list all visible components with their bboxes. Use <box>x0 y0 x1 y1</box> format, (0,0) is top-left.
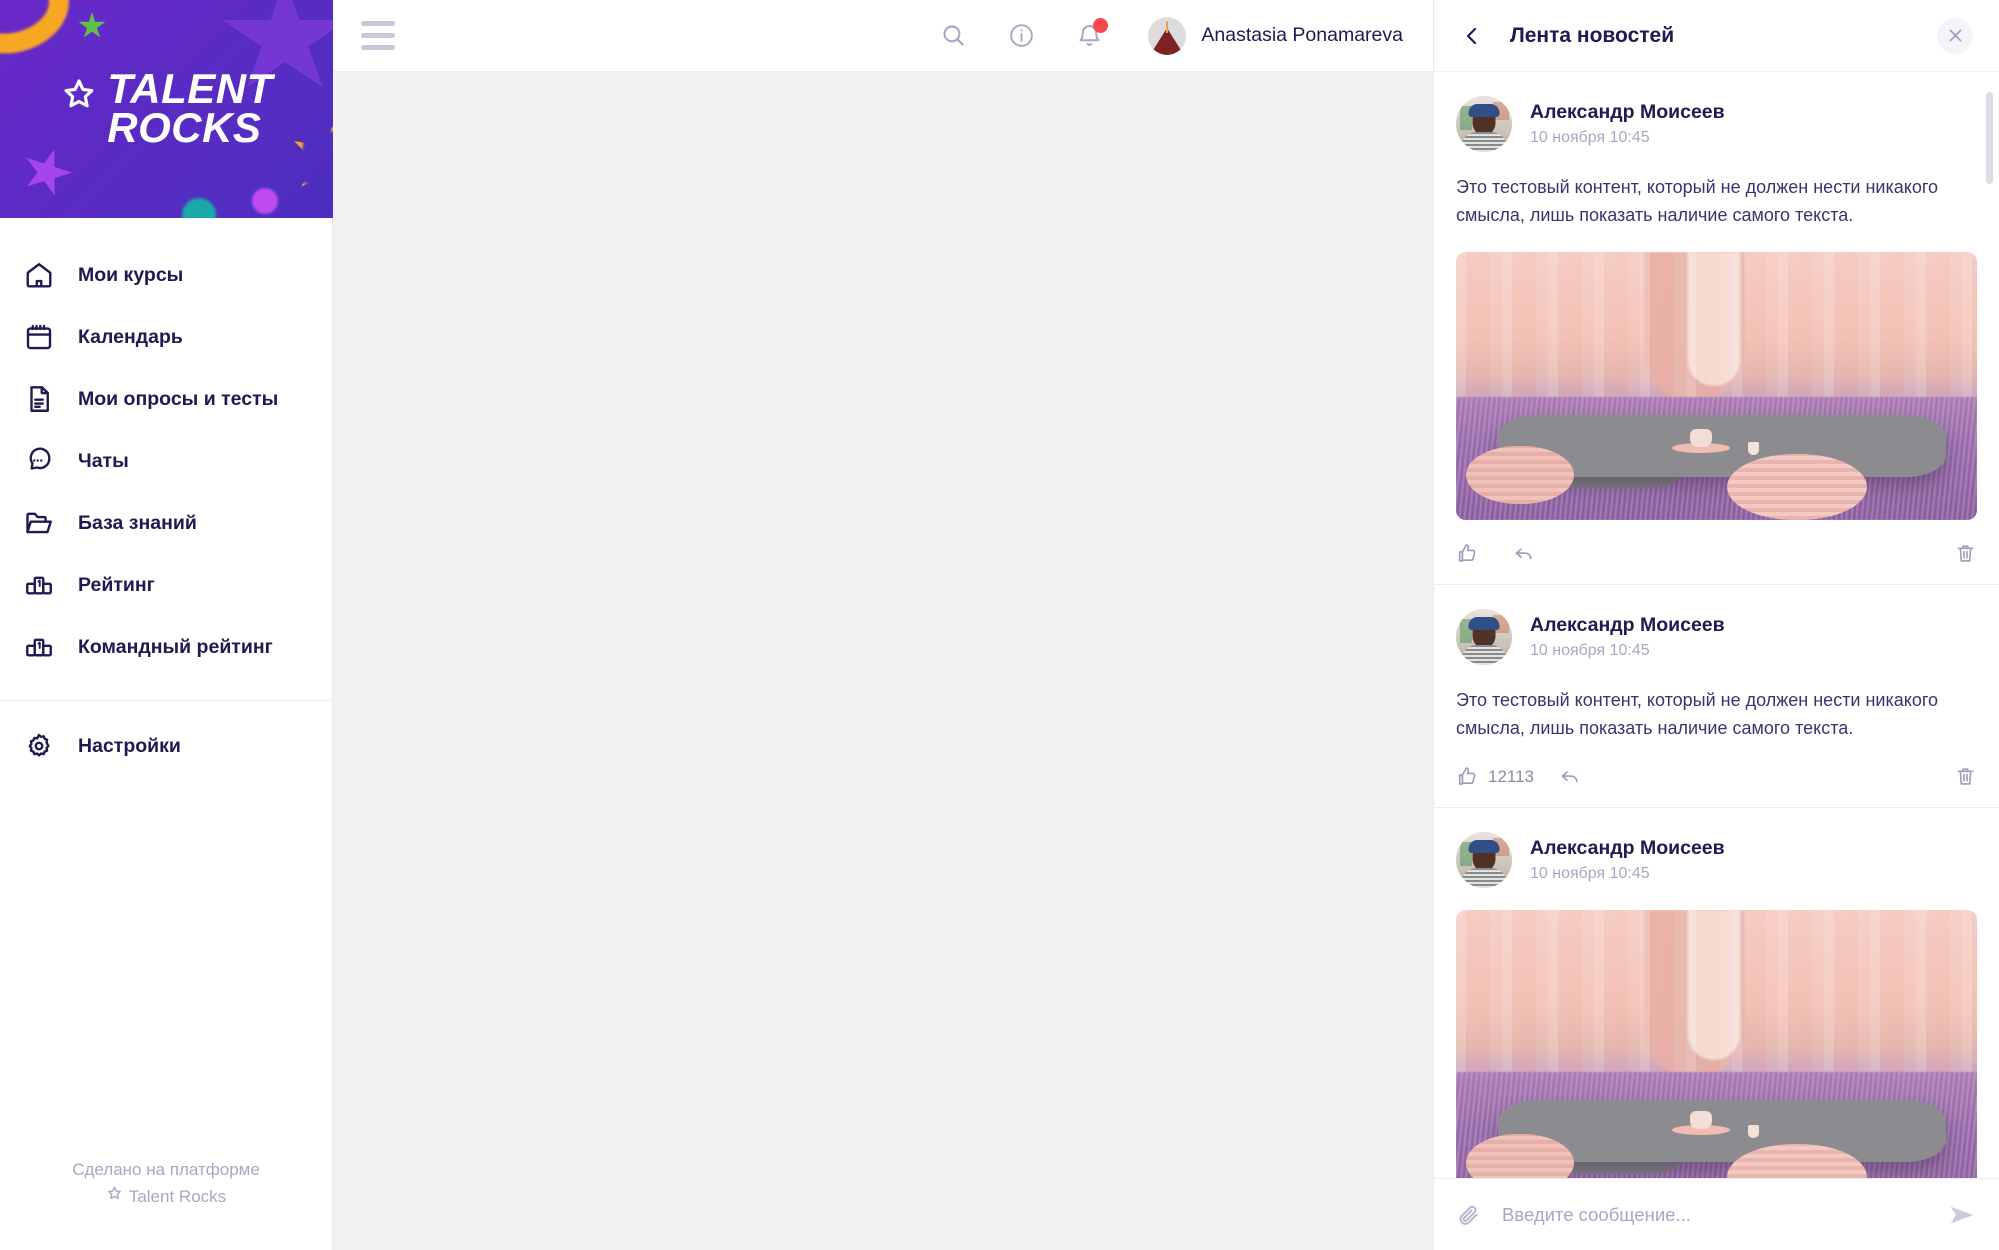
close-icon[interactable] <box>1937 17 1973 54</box>
notification-badge <box>1093 17 1109 33</box>
avatar <box>1148 16 1187 55</box>
feed-post: Александр Моисеев 10 ноября 10:45 Это те… <box>1434 72 1999 585</box>
paperclip-icon[interactable] <box>1456 1202 1482 1228</box>
feed-list[interactable]: Александр Моисеев 10 ноября 10:45 Это те… <box>1434 72 1999 1178</box>
sidebar-item-label: Чаты <box>78 449 129 472</box>
delete-button[interactable] <box>1954 765 1977 788</box>
logo-line-2: ROCKS <box>107 103 262 151</box>
avatar <box>1456 96 1512 152</box>
post-header: Александр Моисеев 10 ноября 10:45 <box>1456 831 1977 888</box>
logo-text: TALENT ROCKS <box>107 65 273 151</box>
post-header: Александр Моисеев 10 ноября 10:45 <box>1456 608 1977 665</box>
podium-icon <box>22 568 56 602</box>
top-bar: Anastasia Ponamareva <box>333 0 1433 72</box>
post-author: Александр Моисеев <box>1530 101 1725 123</box>
post-author: Александр Моисеев <box>1530 613 1725 636</box>
post-header: Александр Моисеев 10 ноября 10:45 <box>1456 96 1977 152</box>
folder-icon <box>22 506 56 540</box>
decorative-dot-teal <box>182 198 216 218</box>
bell-icon[interactable] <box>1072 17 1109 53</box>
hamburger-icon[interactable] <box>361 14 405 58</box>
star-icon <box>106 1184 123 1210</box>
feed-post: Александр Моисеев 10 ноября 10:45 Это те… <box>1434 585 1999 808</box>
decorative-dot-pink <box>252 188 278 214</box>
decorative-ring <box>0 0 81 68</box>
chat-bubble-icon <box>22 444 56 478</box>
post-text: Это тестовый контент, который не должен … <box>1456 177 1939 225</box>
like-button[interactable] <box>1456 542 1488 565</box>
footer-line-2-row: Talent Rocks <box>0 1184 332 1210</box>
sidebar-item-calendar[interactable]: Календарь <box>0 306 332 368</box>
gear-icon <box>22 729 56 763</box>
main-area: Anastasia Ponamareva <box>333 0 1433 1250</box>
post-image[interactable] <box>1456 251 1977 520</box>
app-root: TALENT ROCKS Мои курсы Календарь Мои опр… <box>0 0 1999 1250</box>
panel-scrollbar[interactable] <box>1986 92 1993 184</box>
sidebar-item-rating[interactable]: Рейтинг <box>0 554 332 616</box>
decorative-star-purple <box>16 141 78 202</box>
sidebar-item-label: Мои опросы и тесты <box>78 387 279 410</box>
post-text: Это тестовый контент, который не должен … <box>1456 689 1939 738</box>
calendar-icon <box>22 320 56 354</box>
sidebar-divider <box>0 700 332 701</box>
document-icon <box>22 382 56 416</box>
decorative-star-green <box>78 12 106 38</box>
sidebar-item-label: Командный рейтинг <box>78 635 273 658</box>
message-input[interactable] <box>1502 1203 1927 1226</box>
sidebar-nav: Мои курсы Календарь Мои опросы и тесты Ч… <box>0 218 332 777</box>
avatar <box>1456 608 1512 665</box>
sidebar-item-surveys-tests[interactable]: Мои опросы и тесты <box>0 368 332 430</box>
footer-line-2: Talent Rocks <box>128 1186 227 1206</box>
post-author: Александр Моисеев <box>1530 836 1725 859</box>
post-meta: Александр Моисеев 10 ноября 10:45 <box>1530 101 1725 147</box>
page-title: Лента новостей <box>1510 23 1675 47</box>
star-icon <box>60 76 98 119</box>
like-button[interactable]: 12113 <box>1456 765 1534 788</box>
brand-header: TALENT ROCKS <box>0 0 333 218</box>
avatar <box>1456 831 1512 888</box>
sidebar-item-chats[interactable]: Чаты <box>0 430 332 492</box>
reply-button[interactable] <box>1512 542 1535 565</box>
post-actions: 12113 <box>1456 747 1977 807</box>
feed-post: Александр Моисеев 10 ноября 10:45 <box>1434 808 1999 1178</box>
chevron-left-icon[interactable] <box>1460 24 1484 48</box>
sidebar-footer: Сделано на платформе Talent Rocks <box>0 1157 332 1250</box>
sidebar-item-label: Рейтинг <box>78 573 155 596</box>
sidebar: TALENT ROCKS Мои курсы Календарь Мои опр… <box>0 0 333 1250</box>
reply-button[interactable] <box>1558 765 1581 788</box>
post-date: 10 ноября 10:45 <box>1530 129 1650 146</box>
sidebar-item-knowledge-base[interactable]: База знаний <box>0 492 332 554</box>
message-composer <box>1434 1178 1999 1250</box>
sidebar-item-label: Настройки <box>78 734 181 757</box>
sidebar-item-team-rating[interactable]: Командный рейтинг <box>0 616 332 678</box>
sidebar-item-settings[interactable]: Настройки <box>0 715 332 777</box>
post-meta: Александр Моисеев 10 ноября 10:45 <box>1530 837 1725 883</box>
home-icon <box>22 258 56 292</box>
top-bar-actions: Anastasia Ponamareva <box>936 16 1433 55</box>
news-feed-panel: Лента новостей Александр Моисеев 10 нояб… <box>1433 0 1999 1250</box>
logo[interactable]: TALENT ROCKS <box>0 65 333 151</box>
delete-button[interactable] <box>1954 542 1977 565</box>
podium-icon <box>22 630 56 664</box>
sidebar-item-my-courses[interactable]: Мои курсы <box>0 244 332 306</box>
like-count: 12113 <box>1488 766 1535 786</box>
post-meta: Александр Моисеев 10 ноября 10:45 <box>1530 614 1725 660</box>
post-date: 10 ноября 10:45 <box>1530 641 1650 659</box>
logo-line-1: TALENT <box>107 65 273 112</box>
info-icon[interactable] <box>1004 19 1038 53</box>
sidebar-item-label: Календарь <box>78 325 183 348</box>
search-icon[interactable] <box>936 19 970 53</box>
send-icon[interactable] <box>1947 1200 1977 1230</box>
sidebar-item-label: База знаний <box>78 511 197 534</box>
post-image[interactable] <box>1456 909 1977 1178</box>
panel-header: Лента новостей <box>1434 0 1999 72</box>
sidebar-item-label: Мои курсы <box>78 263 184 286</box>
post-date: 10 ноября 10:45 <box>1530 864 1650 882</box>
user-name: Anastasia Ponamareva <box>1201 24 1403 46</box>
content-placeholder <box>333 72 1433 1250</box>
footer-line-1: Сделано на платформе <box>72 1160 260 1180</box>
user-menu[interactable]: Anastasia Ponamareva <box>1148 16 1403 55</box>
post-actions <box>1456 524 1977 584</box>
